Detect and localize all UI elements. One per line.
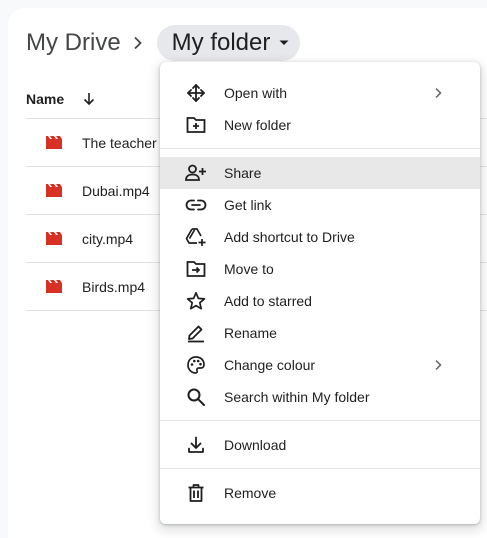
menu-item-label: Add to starred <box>224 293 312 309</box>
menu-item-label: Move to <box>224 261 274 277</box>
breadcrumb-current-folder-button[interactable]: My folder <box>156 25 301 61</box>
breadcrumb-current-label: My folder <box>171 29 271 56</box>
link-icon <box>184 195 208 215</box>
trash-icon <box>184 483 208 503</box>
video-file-icon <box>46 280 64 294</box>
arrow-down-icon[interactable] <box>82 92 96 106</box>
menu-item-new-folder[interactable]: New folder <box>160 109 480 141</box>
chevron-right-icon <box>434 358 444 372</box>
menu-item-share[interactable]: Share <box>160 157 480 189</box>
menu-item-label: Search within My folder <box>224 389 370 405</box>
breadcrumb: My Drive My folder <box>26 24 301 62</box>
menu-item-label: Add shortcut to Drive <box>224 229 355 245</box>
file-name: Birds.mp4 <box>82 278 146 295</box>
file-name: city.mp4 <box>82 230 134 247</box>
menu-item-move-to[interactable]: Move to <box>160 253 480 285</box>
menu-item-add-starred[interactable]: Add to starred <box>160 285 480 317</box>
menu-item-add-shortcut[interactable]: Add shortcut to Drive <box>160 221 480 253</box>
palette-icon <box>184 355 208 375</box>
edit-pencil-icon <box>184 323 208 343</box>
new-folder-icon <box>184 115 208 135</box>
video-file-icon <box>46 184 64 198</box>
person-add-icon <box>184 163 208 183</box>
video-file-icon <box>46 136 64 150</box>
menu-item-label: Rename <box>224 325 277 341</box>
menu-item-remove[interactable]: Remove <box>160 477 480 509</box>
search-icon <box>184 387 208 407</box>
folder-context-menu: Open with New folder Share Get link Add … <box>160 62 480 524</box>
caret-down-icon <box>278 39 290 47</box>
menu-divider <box>160 468 480 469</box>
move-arrows-icon <box>184 83 208 103</box>
chevron-right-icon <box>121 36 155 50</box>
menu-item-label: Open with <box>224 85 288 101</box>
move-to-folder-icon <box>184 259 208 279</box>
video-file-icon <box>46 232 64 246</box>
menu-divider <box>160 148 480 149</box>
menu-item-download[interactable]: Download <box>160 429 480 461</box>
menu-divider <box>160 420 480 421</box>
menu-item-get-link[interactable]: Get link <box>160 189 480 221</box>
menu-item-label: Change colour <box>224 357 316 373</box>
chevron-right-icon <box>434 86 444 100</box>
menu-item-search-within[interactable]: Search within My folder <box>160 381 480 413</box>
menu-item-open-with[interactable]: Open with <box>160 77 480 109</box>
menu-item-label: Get link <box>224 197 272 213</box>
menu-item-label: Download <box>224 437 287 453</box>
download-icon <box>184 435 208 455</box>
star-outline-icon <box>184 291 208 311</box>
list-header: Name <box>26 88 96 110</box>
file-name: The teacher <box>82 134 157 151</box>
breadcrumb-my-drive[interactable]: My Drive <box>26 29 121 57</box>
menu-item-change-colour[interactable]: Change colour <box>160 349 480 381</box>
name-column-header[interactable]: Name <box>26 91 64 107</box>
file-name: Dubai.mp4 <box>82 182 150 199</box>
menu-item-label: Share <box>224 165 262 181</box>
menu-item-rename[interactable]: Rename <box>160 317 480 349</box>
menu-item-label: New folder <box>224 117 291 133</box>
add-shortcut-drive-icon <box>184 227 208 247</box>
menu-item-label: Remove <box>224 485 277 501</box>
